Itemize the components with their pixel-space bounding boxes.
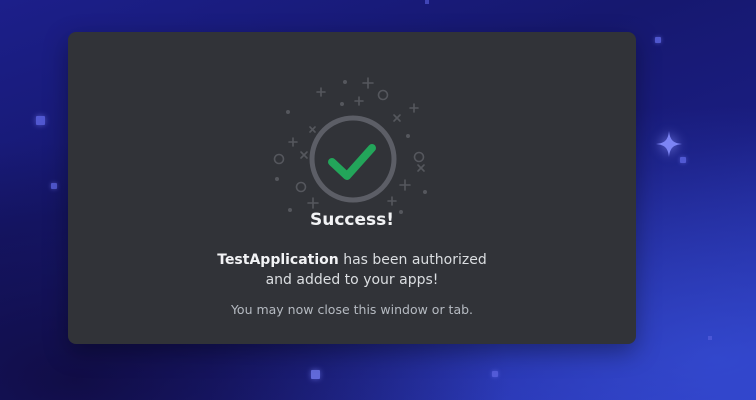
star-sparkle-icon	[656, 131, 682, 157]
app-name: TestApplication	[217, 252, 339, 268]
background-sparkle	[708, 336, 712, 340]
background-sparkle	[655, 37, 661, 43]
checkmark-ring	[309, 115, 397, 203]
close-window-note: You may now close this window or tab.	[230, 302, 474, 317]
background-sparkle	[425, 0, 429, 4]
checkmark-icon	[328, 144, 376, 180]
sparkle-decoration	[273, 77, 428, 215]
message-line-2: and added to your apps!	[265, 272, 439, 288]
authorization-message: TestApplication has been authorized and …	[68, 250, 636, 290]
background-sparkle	[680, 157, 686, 163]
background-sparkle	[36, 116, 45, 125]
message-line-1-text: has been authorized	[338, 252, 487, 268]
success-illustration	[273, 77, 428, 215]
background-sparkle	[492, 371, 498, 377]
message-line-1: TestApplication has been authorized	[68, 250, 636, 270]
background-sparkle	[311, 370, 320, 379]
background-sparkle	[51, 183, 57, 189]
dialog-title: Success!	[309, 210, 395, 230]
success-dialog: Success! TestApplication has been author…	[68, 32, 636, 344]
